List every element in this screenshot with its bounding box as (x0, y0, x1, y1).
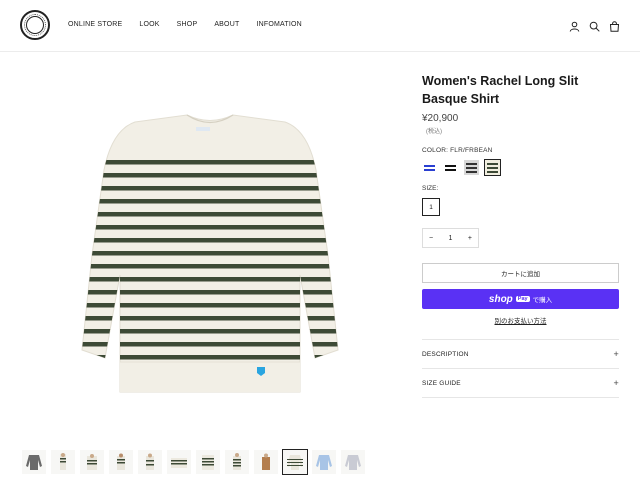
nav-infomation[interactable]: INFOMATION (256, 21, 301, 28)
nav-shop[interactable]: SHOP (177, 21, 198, 28)
add-to-cart-button[interactable]: カートに追加 (422, 263, 619, 283)
more-payment-options-link[interactable]: 別のお支払い方法 (422, 315, 619, 325)
main-nav: ONLINE STORE LOOK SHOP ABOUT INFOMATION (68, 21, 319, 28)
accordion-description[interactable]: DESCRIPTION + (422, 339, 619, 368)
accordion-label: SIZE GUIDE (422, 379, 461, 387)
plus-icon: + (613, 349, 619, 359)
thumbnail[interactable] (196, 450, 220, 474)
thumbnail-active[interactable] (282, 449, 308, 475)
account-icon[interactable] (569, 19, 580, 32)
swatch-black-stripe[interactable] (443, 160, 458, 175)
thumbnail[interactable] (80, 450, 104, 474)
thumbnail[interactable] (167, 450, 191, 474)
product-title: Women's Rachel Long Slit Basque Shirt (422, 74, 579, 106)
thumbnail[interactable] (254, 450, 278, 474)
thumbnail-strip (22, 449, 365, 475)
swatch-blue-stripe[interactable] (422, 160, 437, 175)
accordion-size-guide[interactable]: SIZE GUIDE + (422, 368, 619, 397)
plus-icon: + (613, 378, 619, 388)
thumbnail[interactable] (109, 450, 133, 474)
thumbnail[interactable] (22, 450, 46, 474)
nav-about[interactable]: ABOUT (214, 21, 239, 28)
thumbnail[interactable] (138, 450, 162, 474)
swatch-grey-stripe[interactable] (464, 160, 479, 175)
shop-pay-button[interactable]: shop Pay で購入 (422, 289, 619, 309)
nav-look[interactable]: LOOK (139, 21, 159, 28)
logo[interactable] (20, 10, 50, 40)
color-label: COLOR: FLR/FRBEAN (422, 147, 493, 154)
size-label: SIZE: (422, 185, 439, 192)
product-main-image[interactable] (60, 100, 360, 410)
thumbnail[interactable] (341, 450, 365, 474)
cart-icon[interactable] (609, 19, 620, 32)
site-header: ONLINE STORE LOOK SHOP ABOUT INFOMATION (0, 0, 640, 52)
shop-pay-label: で購入 (532, 297, 553, 304)
shop-pay-logo: shop (488, 293, 513, 305)
accordion-label: DESCRIPTION (422, 350, 469, 358)
qty-value[interactable]: 1 (449, 235, 453, 242)
product-info-panel: Women's Rachel Long Slit Basque Shirt ¥2… (422, 72, 619, 398)
thumbnail[interactable] (51, 450, 75, 474)
pay-badge: Pay (515, 296, 530, 302)
qty-minus-button[interactable]: − (429, 235, 433, 242)
size-option-1[interactable]: 1 (422, 198, 440, 216)
header-icons (569, 19, 620, 32)
search-icon[interactable] (589, 19, 600, 32)
thumbnail[interactable] (225, 450, 249, 474)
product-price: ¥20,900 (422, 113, 459, 124)
accordion-group: DESCRIPTION + SIZE GUIDE + (422, 339, 619, 398)
thumbnail[interactable] (312, 450, 336, 474)
color-swatches (422, 159, 619, 176)
nav-online-store[interactable]: ONLINE STORE (68, 21, 122, 28)
qty-plus-button[interactable]: + (468, 235, 472, 242)
quantity-stepper: − 1 + (422, 228, 479, 248)
swatch-green-stripe[interactable] (484, 159, 501, 176)
tax-note: (税込) (426, 129, 442, 135)
